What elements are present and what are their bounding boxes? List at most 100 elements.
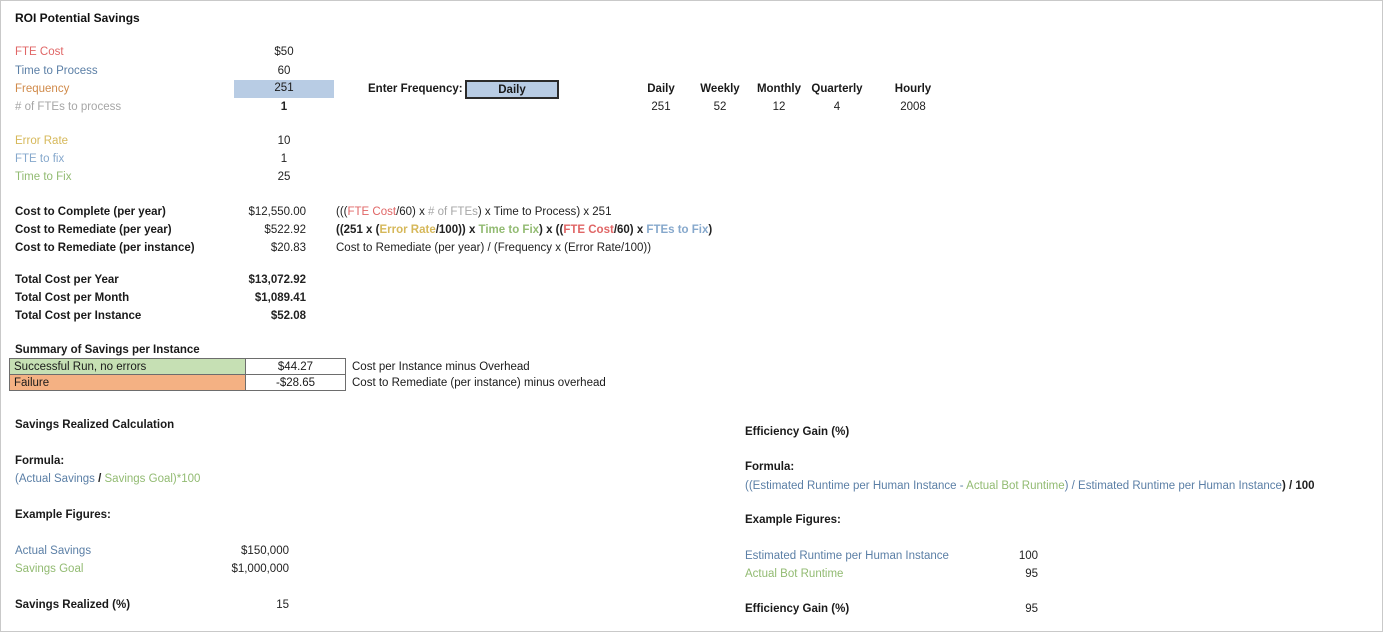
efficiency-examples-heading: Example Figures: <box>745 514 841 526</box>
savings-result-value: 15 <box>276 599 289 611</box>
cost-value-complete-year: $12,550.00 <box>248 206 306 218</box>
enter-frequency-label: Enter Frequency: <box>368 83 463 95</box>
cost-label-remediate-year: Cost to Remediate (per year) <box>15 224 172 236</box>
input-value-num-ftes[interactable]: 1 <box>234 101 334 113</box>
formula-token-fte-cost: FTE Cost <box>347 206 397 218</box>
freq-header-monthly: Monthly <box>756 83 802 95</box>
formula-token-actual-bot-runtime: Actual Bot Runtime <box>966 480 1065 492</box>
formula-part: ((251 x ( <box>336 224 380 236</box>
formula-part: /60) x <box>396 206 429 218</box>
page-title: ROI Potential Savings <box>15 11 140 25</box>
input-value-time-to-fix[interactable]: 25 <box>234 171 334 183</box>
cost-label-complete-year: Cost to Complete (per year) <box>15 206 166 218</box>
input-label-fte-cost: FTE Cost <box>15 46 64 58</box>
efficiency-formula-heading: Formula: <box>745 461 795 473</box>
freq-value-monthly: 12 <box>772 101 786 113</box>
formula-part: / <box>94 473 105 485</box>
savings-formula-heading: Formula: <box>15 455 65 467</box>
input-label-error-rate: Error Rate <box>15 135 69 147</box>
input-label-time-to-fix: Time to Fix <box>15 171 72 183</box>
formula-cost-remediate-year: ((251 x (Error Rate/100)) x Time to Fix)… <box>336 224 712 236</box>
formula-part: ) / <box>1064 480 1079 492</box>
table-row: Failure -$28.65 Cost to Remediate (per i… <box>9 374 610 391</box>
formula-part: (( <box>745 480 753 492</box>
efficiency-gain-title: Efficiency Gain (%) <box>745 426 850 438</box>
efficiency-example-value-estimated: 100 <box>1018 550 1038 562</box>
input-label-num-ftes: # of FTEs to process <box>15 101 122 113</box>
savings-example-value-actual: $150,000 <box>241 545 289 557</box>
formula-part: ) / 100 <box>1281 480 1315 492</box>
input-label-frequency: Frequency <box>15 83 70 95</box>
formula-part: ) <box>708 224 713 236</box>
efficiency-result-value: 95 <box>1025 603 1038 615</box>
total-label-year: Total Cost per Year <box>15 274 119 286</box>
formula-part: /100)) x <box>435 224 479 236</box>
input-value-fte-to-fix[interactable]: 1 <box>234 153 334 165</box>
formula-token-time-to-fix: Time to Fix <box>478 224 540 236</box>
formula-cost-remediate-instance: Cost to Remediate (per year) / (Frequenc… <box>336 242 652 254</box>
formula-token-ftes-to-fix: FTEs to Fix <box>646 224 709 236</box>
freq-value-quarterly: 4 <box>833 101 841 113</box>
savings-realized-title: Savings Realized Calculation <box>15 419 175 431</box>
formula-part: ) x (( <box>539 224 564 236</box>
total-value-month: $1,089.41 <box>254 292 306 304</box>
formula-token-estimated-runtime: Estimated Runtime per Human Instance <box>1078 480 1282 492</box>
formula-token-num-ftes: # of FTEs <box>428 206 478 218</box>
formula-part: ) x <box>477 206 494 218</box>
cost-value-remediate-instance: $20.83 <box>270 242 306 254</box>
savings-example-label-goal: Savings Goal <box>15 563 84 575</box>
efficiency-example-label-estimated: Estimated Runtime per Human Instance <box>745 550 949 562</box>
total-value-year: $13,072.92 <box>248 274 306 286</box>
freq-header-hourly: Hourly <box>894 83 932 95</box>
summary-value-failure: -$28.65 <box>245 374 346 391</box>
freq-header-weekly: Weekly <box>700 83 740 95</box>
summary-table: Successful Run, no errors $44.27 Cost pe… <box>9 358 610 391</box>
total-label-instance: Total Cost per Instance <box>15 310 142 322</box>
formula-token-error-rate: Error Rate <box>379 224 436 236</box>
savings-examples-heading: Example Figures: <box>15 509 111 521</box>
formula-part: )*100 <box>172 473 201 485</box>
total-label-month: Total Cost per Month <box>15 292 130 304</box>
summary-label-failure: Failure <box>9 374 246 391</box>
input-value-fte-cost[interactable]: $50 <box>234 46 334 58</box>
formula-token-fte-cost: FTE Cost <box>563 224 614 236</box>
savings-formula: (Actual Savings / Savings Goal)*100 <box>15 473 200 485</box>
efficiency-example-label-bot: Actual Bot Runtime <box>745 568 844 580</box>
input-value-time-to-process[interactable]: 60 <box>234 65 334 77</box>
summary-title: Summary of Savings per Instance <box>15 344 200 356</box>
freq-value-weekly: 52 <box>713 101 727 113</box>
formula-token-estimated-runtime: Estimated Runtime per Human Instance <box>752 480 957 492</box>
formula-part: /60) x <box>613 224 647 236</box>
savings-example-label-actual: Actual Savings <box>15 545 92 557</box>
summary-label-success: Successful Run, no errors <box>9 358 246 375</box>
summary-note-failure: Cost to Remediate (per instance) minus o… <box>352 376 606 389</box>
formula-token-savings-goal: Savings Goal <box>104 473 173 485</box>
savings-result-label: Savings Realized (%) <box>15 599 131 611</box>
cost-value-remediate-year: $522.92 <box>264 224 306 236</box>
summary-note-success: Cost per Instance minus Overhead <box>352 360 530 373</box>
formula-part: ) x 251 <box>576 206 612 218</box>
input-label-time-to-process: Time to Process <box>15 65 98 77</box>
cost-label-remediate-instance: Cost to Remediate (per instance) <box>15 242 195 254</box>
formula-token-time-to-process: Time to Process <box>493 206 577 218</box>
table-row: Successful Run, no errors $44.27 Cost pe… <box>9 358 610 375</box>
efficiency-formula: ((Estimated Runtime per Human Instance -… <box>745 480 1315 492</box>
frequency-dropdown[interactable]: Daily <box>465 80 559 99</box>
freq-header-quarterly: Quarterly <box>811 83 863 95</box>
summary-value-success: $44.27 <box>245 358 346 375</box>
freq-value-daily: 251 <box>651 101 671 113</box>
formula-part: ((( <box>336 206 348 218</box>
input-value-frequency[interactable]: 251 <box>234 80 334 98</box>
freq-value-hourly: 2008 <box>900 101 926 113</box>
formula-part: - <box>956 480 967 492</box>
total-value-instance: $52.08 <box>270 310 306 322</box>
formula-token-actual-savings: Actual Savings <box>18 473 95 485</box>
formula-cost-complete: (((FTE Cost/60) x # of FTEs) x Time to P… <box>336 206 611 218</box>
input-label-fte-to-fix: FTE to fix <box>15 153 65 165</box>
efficiency-result-label: Efficiency Gain (%) <box>745 603 850 615</box>
input-value-error-rate[interactable]: 10 <box>234 135 334 147</box>
savings-example-value-goal: $1,000,000 <box>231 563 289 575</box>
efficiency-example-value-bot: 95 <box>1025 568 1038 580</box>
freq-header-daily: Daily <box>647 83 675 95</box>
roi-spreadsheet-page: ROI Potential Savings FTE Cost Time to P… <box>0 0 1383 632</box>
